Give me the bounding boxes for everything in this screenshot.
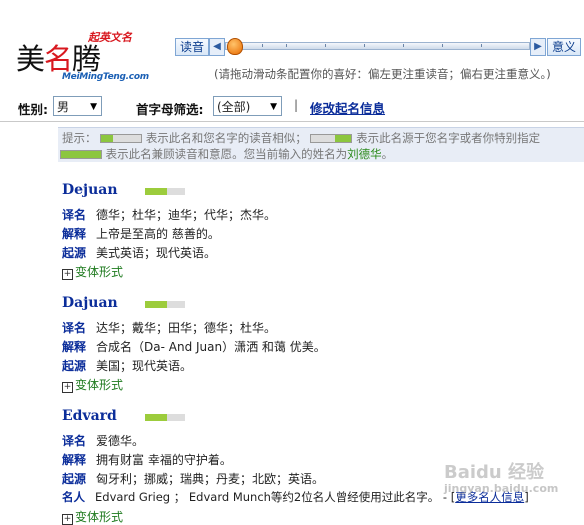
variant-toggle[interactable]: + 变体形式 [62,508,123,525]
slider-hint: (请拖动滑动条配置你的喜好：偏左更注重读音；偏右更注重意义。) [214,67,551,81]
slider-tick [364,44,365,47]
slider-right-arrow-icon[interactable]: ▶ [530,38,546,56]
entry-translation: 译名 德华；杜华；迪华；代华；杰华。 [62,206,276,223]
entry-name[interactable]: Dejuan [62,182,118,198]
variant-toggle[interactable]: + 变体形式 [62,376,123,393]
logo-tagline: 起英文名 [88,31,132,44]
separator: | [294,98,299,112]
variant-label: 变体形式 [75,265,124,279]
variant-label: 变体形式 [75,510,124,524]
entry-origin: 起源 美式英语；现代英语。 [62,244,216,261]
gender-label: 性别: [18,102,48,117]
initial-value: (全部) [217,100,251,114]
tip-line-2: 表示此名兼顾读音和意愿。您当前输入的姓名为刘德华。 [60,146,393,162]
row-value: 爱德华。 [96,434,145,448]
expand-plus-icon: + [62,382,73,393]
row-value: 匈牙利；挪威；瑞典；丹麦；北欧；英语。 [96,472,325,486]
row-value: 美国；现代英语。 [96,359,193,373]
edit-name-info-link[interactable]: 修改起名信息 [310,98,385,117]
input-name: 刘德华 [347,147,382,161]
entry-name[interactable]: Edvard [62,408,117,424]
slider-tick [325,44,326,47]
slider-thumb[interactable] [227,38,244,55]
row-key: 译名 [62,321,87,335]
row-key: 译名 [62,208,87,222]
sound-similarity-bar [100,134,143,143]
match-score-bar [145,414,185,421]
initial-select[interactable]: (全部) ▼ [213,96,282,116]
entry-origin: 起源 匈牙利；挪威；瑞典；丹麦；北欧；英语。 [62,470,324,487]
slider-tick [481,44,482,47]
match-score-bar [145,301,185,308]
row-key: 解释 [62,453,87,467]
tip-meaning-text: 表示此名源于您名字或者你特别指定 [356,131,541,145]
row-key: 名人 [62,490,85,504]
variant-toggle[interactable]: + 变体形式 [62,263,123,280]
row-key: 起源 [62,246,87,260]
tip-sound-text: 表示此名和您名字的读音相似； [145,131,307,145]
chevron-down-icon: ▼ [270,102,277,112]
entry-translation: 译名 达华；戴华；田华；德华；杜华。 [62,319,276,336]
row-value: 拥有财富 幸福的守护着。 [96,453,232,467]
watermark-sub: jingyan.baidu.com [444,482,559,495]
row-key: 译名 [62,434,87,448]
name-entry: Dajuan 译名 达华；戴华；田华；德华；杜华。 解释 合成名（Da- And J… [62,295,326,393]
combined-bar [60,150,102,159]
row-value: Edvard Grieg ； Edvard Munch等约2位名人曾经使用过此名… [95,490,456,504]
tip-prefix: 提示： [62,131,97,145]
logo-url: MeiMingTeng.com [62,72,149,82]
entry-origin: 起源 美国；现代英语。 [62,357,192,374]
entry-meaning: 解释 上帝是至高的 慈善的。 [62,225,220,242]
baidu-watermark: Baidu 经验 jingyan.baidu.com [444,458,558,495]
entry-meaning: 解释 拥有财富 幸福的守护着。 [62,451,232,468]
row-value: 美式英语；现代英语。 [96,246,217,260]
logo-char-1: 美 [16,42,45,76]
entry-meaning: 解释 合成名（Da- And Juan）潇洒 和蔼 优美。 [62,338,326,355]
row-key: 起源 [62,472,87,486]
slider-tick [286,44,287,47]
slider-tick [442,44,443,47]
row-value: 合成名（Da- And Juan）潇洒 和蔼 优美。 [96,340,326,354]
slider-tick [403,44,404,47]
slider-tick [262,44,263,47]
pronunciation-label: 读音 [175,38,210,56]
row-value: 德华；杜华；迪华；代华；杰华。 [96,208,277,222]
tip-box: 提示： 表示此名和您名字的读音相似； 表示此名源于您名字或者你特别指定 表示此名… [58,127,584,162]
gender-select[interactable]: 男 ▼ [53,96,102,116]
meaning-label: 意义 [547,38,582,56]
initial-filter-label: 首字母筛选: [136,102,204,117]
watermark-text: Baidu 经验 [444,462,545,483]
tip-end: 。 [381,147,394,161]
row-value: 达华；戴华；田华；德华；杜华。 [96,321,277,335]
name-entry: Dejuan 译名 德华；杜华；迪华；代华；杰华。 解释 上帝是至高的 慈善的。 起… [62,182,276,280]
chevron-down-icon: ▼ [90,102,97,112]
meaning-source-bar [310,134,353,143]
entry-name[interactable]: Dajuan [62,295,118,311]
name-entry: Edvard 译名 爱德华。 解释 拥有财富 幸福的守护着。 起源 匈牙利；挪威；瑞典… [62,408,529,525]
preference-slider-track[interactable] [225,42,530,50]
slider-left-arrow-icon[interactable]: ◀ [209,38,225,56]
expand-plus-icon: + [62,514,73,525]
row-value: 上帝是至高的 慈善的。 [96,227,220,241]
row-key: 解释 [62,340,87,354]
expand-plus-icon: + [62,269,73,280]
row-key: 起源 [62,359,87,373]
tip-line-1: 提示： 表示此名和您名字的读音相似； 表示此名源于您名字或者你特别指定 [62,130,540,146]
match-score-bar [145,188,185,195]
logo-char-2: 名 [44,42,73,76]
logo-char-3: 腾 [72,42,101,76]
tip-combined-text: 表示此名兼顾读音和意愿。您当前输入的姓名为 [105,147,348,161]
row-key: 解释 [62,227,87,241]
variant-label: 变体形式 [75,378,124,392]
gender-value: 男 [57,100,70,114]
entry-translation: 译名 爱德华。 [62,432,144,449]
